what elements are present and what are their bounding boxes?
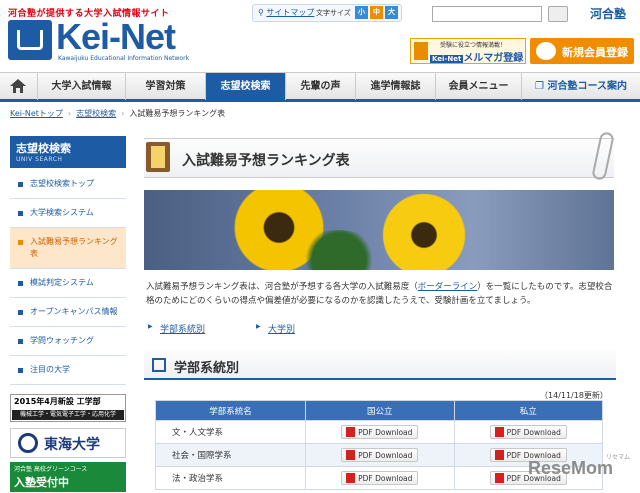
intro-text-a: 入試難易予想ランキング表は、河合塾が予想する各大学の入試難易度（ xyxy=(146,282,418,292)
pdf-icon xyxy=(346,473,356,483)
search-input[interactable] xyxy=(432,6,542,22)
sitemap-link[interactable]: ⚲ サイトマップ xyxy=(258,7,314,18)
faculty-name: 文・人文学系 xyxy=(155,420,306,444)
sitemap-icon: ⚲ xyxy=(258,8,264,17)
magazine-banner-label: Kei-Net メルマガ登録 xyxy=(430,53,524,64)
sitemap-label: サイトマップ xyxy=(266,8,315,17)
pdf-download-label: PDF Download xyxy=(358,428,413,437)
table-row: 文・人文学系 PDF Download PDF Download xyxy=(155,420,603,444)
font-size-large-button[interactable]: 大 xyxy=(385,6,398,19)
nav-course-guide-label: 河合塾コース案内 xyxy=(547,81,627,92)
edit-icon xyxy=(152,358,166,372)
sidebar-item-study-watching[interactable]: 学問ウォッチング xyxy=(10,327,126,356)
pdf-download-button[interactable]: PDF Download xyxy=(341,471,419,485)
magazine-banner-small: 受験に役立つ情報満載！ xyxy=(440,42,507,49)
jump-link-faculty[interactable]: 学部系統別 xyxy=(148,322,205,335)
sidebar-item-ranking[interactable]: 入試難易予想ランキング表 xyxy=(10,228,126,269)
magazine-big-label: メルマガ登録 xyxy=(463,53,524,64)
pdf-icon xyxy=(494,473,504,483)
magazine-icon xyxy=(414,42,428,60)
pdf-download-label: PDF Download xyxy=(358,474,413,483)
kei-net-logo[interactable]: Kei-Net xyxy=(56,16,176,58)
nav-home[interactable] xyxy=(0,73,38,100)
home-icon xyxy=(10,79,26,93)
sidebar-title: 志望校検索 xyxy=(16,142,71,155)
page-title: 入試難易予想ランキング表 xyxy=(182,153,350,169)
kawaijuku-logo[interactable]: 河合塾 xyxy=(590,5,626,22)
pdf-icon xyxy=(346,427,356,437)
engineering-ad-subtitle: 機械工学・電気電子工学・応用化学 xyxy=(12,410,124,420)
sidebar-menu: 志望校検索トップ 大学検索システム 入試難易予想ランキング表 模試判定システム … xyxy=(10,170,126,385)
sunflower-hero-image xyxy=(144,190,614,270)
jump-link-university[interactable]: 大学別 xyxy=(256,322,295,335)
nav-admission-info[interactable]: 大学入試情報 xyxy=(38,73,126,100)
pdf-download-button[interactable]: PDF Download xyxy=(489,425,567,439)
pdf-icon xyxy=(494,427,504,437)
sidebar-item-featured[interactable]: 注目の大学 xyxy=(10,356,126,385)
pdf-icon xyxy=(494,450,504,460)
nav-school-search[interactable]: 志望校検索 xyxy=(206,73,286,100)
section-title: 学部系統別 xyxy=(174,361,240,376)
pdf-download-label: PDF Download xyxy=(506,428,561,437)
breadcrumb-top[interactable]: Kei-Netトップ xyxy=(10,109,63,118)
notebook-icon xyxy=(146,142,170,172)
sidebar-item-mock-judge[interactable]: 模試判定システム xyxy=(10,269,126,298)
faculty-name: 法・政治学系 xyxy=(155,466,306,490)
logo-subtitle: Kawaijuku Educational Information Networ… xyxy=(58,55,190,62)
nav-course-guide[interactable]: ❐ 河合塾コース案内 xyxy=(522,73,640,100)
pdf-icon xyxy=(346,450,356,460)
intro-text: 入試難易予想ランキング表は、河合塾が予想する各大学の入試難易度（ボーダーライン）… xyxy=(146,280,616,308)
external-link-icon: ❐ xyxy=(535,81,548,92)
pdf-download-label: PDF Download xyxy=(358,451,413,460)
member-register-label: 新規会員登録 xyxy=(562,46,628,59)
sidebar-item-search-top[interactable]: 志望校検索トップ xyxy=(10,170,126,199)
sidebar-item-open-campus[interactable]: オープンキャンパス情報 xyxy=(10,298,126,327)
green-course-ad-top: 河合塾 高校グリーンコース xyxy=(14,466,88,473)
tokai-logo-icon xyxy=(18,433,38,453)
pdf-download-button[interactable]: PDF Download xyxy=(341,448,419,462)
nav-magazine[interactable]: 進学情報誌 xyxy=(356,73,436,100)
column-header-private: 私立 xyxy=(453,400,603,421)
resemom-watermark: ReseMom xyxy=(528,458,614,478)
faculty-name: 社会・国際学系 xyxy=(155,443,306,467)
member-icon xyxy=(536,42,556,60)
nav-study[interactable]: 学習対策 xyxy=(126,73,206,100)
breadcrumb-current: 入試難易予想ランキング表 xyxy=(129,109,226,118)
borderline-link[interactable]: ボーダーライン xyxy=(418,282,478,292)
main-nav: 大学入試情報 学習対策 志望校検索 先輩の声 進学情報誌 会員メニュー ❐ 河合… xyxy=(0,72,640,102)
sidebar-item-univ-search[interactable]: 大学検索システム xyxy=(10,199,126,228)
kei-net-logo-icon[interactable] xyxy=(8,20,52,60)
nav-member-menu[interactable]: 会員メニュー xyxy=(436,73,522,100)
search-button[interactable] xyxy=(548,6,568,22)
pdf-download-button[interactable]: PDF Download xyxy=(341,425,419,439)
tokai-ad-label: 東海大学 xyxy=(44,437,100,453)
font-size-small-button[interactable]: 小 xyxy=(355,6,368,19)
font-size-label: 文字サイズ xyxy=(316,9,351,17)
engineering-ad-title: 2015年4月新設 工学部 xyxy=(14,397,101,406)
column-header-public: 国公立 xyxy=(305,400,455,421)
breadcrumb: Kei-Netトップ › 志望校検索 › 入試難易予想ランキング表 xyxy=(10,109,226,118)
column-header-faculty: 学部系統名 xyxy=(155,400,306,421)
breadcrumb-search[interactable]: 志望校検索 xyxy=(76,109,116,118)
sidebar-subtitle: UNIV SEARCH xyxy=(16,156,63,163)
font-size-medium-button[interactable]: 中 xyxy=(370,6,383,19)
green-course-ad-label: 入塾受付中 xyxy=(14,476,69,489)
nav-senior-voices[interactable]: 先輩の声 xyxy=(286,73,356,100)
